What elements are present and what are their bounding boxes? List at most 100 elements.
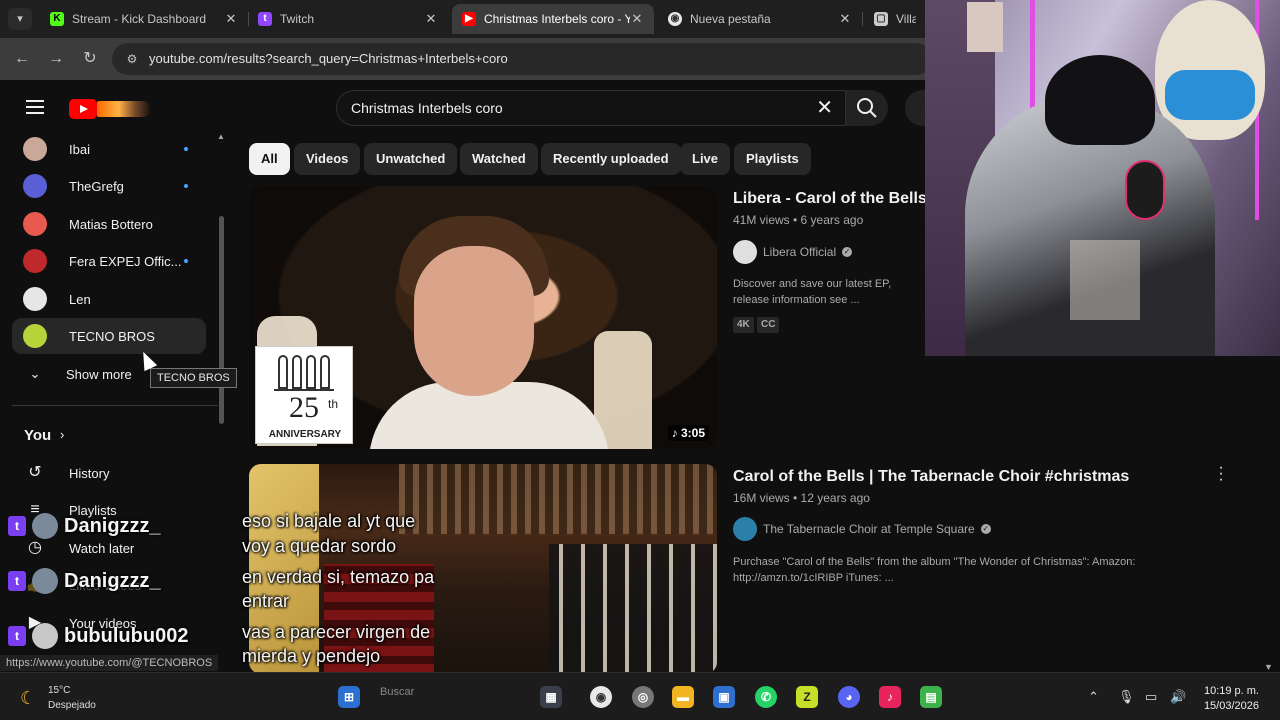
page-icon: ▢ (874, 12, 888, 26)
chip-unwatched[interactable]: Unwatched (364, 143, 458, 175)
video-title[interactable]: Libera - Carol of the Bells (733, 190, 927, 208)
chrome-icon[interactable]: ◉ (590, 686, 612, 708)
sidebar-item-watch-later[interactable]: ◷ Watch later (24, 536, 134, 560)
taskbar-search[interactable]: Buscar (380, 686, 414, 698)
twitch-icon: t (8, 516, 26, 536)
channel-name: Fera EXPEJ Offic... (69, 253, 181, 269)
search-button[interactable] (846, 90, 888, 126)
scroll-down-icon[interactable]: ▼ (1264, 662, 1273, 672)
youtube-play-logo-icon (69, 99, 97, 119)
you-section-title[interactable]: You (24, 427, 51, 444)
webcam-microphone (1125, 160, 1165, 220)
webcam-overlay (925, 0, 1280, 356)
tab-separator (862, 12, 863, 26)
chat-username-row: t bubulubu002 (8, 623, 188, 649)
youtube-masthead: Christmas Interbels coro ✕ (0, 80, 930, 136)
chat-message-line: eso si bajale al yt que (242, 511, 416, 531)
chip-all[interactable]: All (249, 143, 290, 175)
chip-live[interactable]: Live (680, 143, 731, 175)
close-tab-icon[interactable]: ✕ (424, 11, 438, 27)
tab-new-tab[interactable]: ◉ Nueva pestaña ✕ (658, 4, 862, 34)
avatar (23, 324, 47, 348)
browser-app-icon[interactable]: ◎ (632, 686, 654, 708)
tab-villan[interactable]: ▢ Villan (864, 4, 926, 34)
network-icon[interactable]: ▭ (1145, 689, 1157, 705)
verified-icon: ✓ (980, 524, 991, 534)
channel-name: Ibai (69, 141, 90, 157)
discord-icon[interactable]: ◕ (838, 686, 860, 708)
app-green-icon[interactable]: ▤ (920, 686, 942, 708)
tray-overflow-icon[interactable]: ⌃ (1088, 689, 1099, 705)
sidebar-item-history[interactable]: ↺ History (24, 461, 109, 485)
youtube-logo[interactable] (69, 99, 151, 119)
chat-message-line: mierda y pendejo (242, 646, 381, 666)
microphone-icon[interactable]: 🎙 (1118, 689, 1135, 705)
sidebar-scrollbar[interactable] (219, 216, 224, 424)
close-tab-icon[interactable]: ✕ (224, 11, 238, 27)
logo-doodle (97, 101, 151, 117)
chip-watched[interactable]: Watched (460, 143, 538, 175)
status-bar-url: https://www.youtube.com/@TECNOBROS (0, 655, 219, 671)
avatar (32, 568, 58, 594)
address-bar[interactable]: ⚙ youtube.com/results?search_query=Chris… (112, 43, 932, 75)
chevron-right-icon[interactable]: › (60, 427, 64, 442)
tooltip: TECNO BROS (150, 368, 237, 388)
more-actions-icon[interactable]: · · · (1216, 460, 1226, 488)
video-thumbnail[interactable]: 25 th ANNIVERSARY ♪ 3:05 (249, 186, 717, 449)
twitch-icon: t (8, 571, 26, 591)
widgets-icon[interactable]: ▦ (540, 686, 562, 708)
chrome-icon: ◉ (668, 12, 682, 26)
video-description: Discover and save our latest EP, release… (733, 278, 892, 306)
search-input[interactable]: Christmas Interbels coro ✕ (336, 90, 846, 126)
channel-name: TheGrefg (69, 178, 124, 194)
tab-kick-dashboard[interactable]: K Stream - Kick Dashboard ✕ (40, 4, 248, 34)
close-tab-icon[interactable]: ✕ (838, 11, 852, 27)
volume-icon[interactable]: 🔊 (1170, 689, 1186, 705)
tab-youtube-active[interactable]: ▶ Christmas Interbels coro - Y ✕ (452, 4, 654, 34)
sidebar-item-fera[interactable]: Fera EXPEJ Offic... (12, 243, 206, 279)
search-icon (857, 98, 877, 118)
menu-icon[interactable] (26, 100, 44, 114)
show-more-label: Show more (66, 366, 132, 382)
video-title[interactable]: Carol of the Bells | The Tabernacle Choi… (733, 468, 1129, 486)
chip-playlists[interactable]: Playlists (734, 143, 811, 175)
close-tab-icon[interactable]: ✕ (630, 11, 644, 27)
channel-link[interactable]: Libera Official ✓ (733, 240, 853, 264)
verified-icon: ✓ (842, 247, 853, 257)
sidebar-item-tecno-bros[interactable]: TECNO BROS (12, 318, 206, 354)
reload-icon[interactable]: ↻ (78, 47, 102, 71)
sidebar-item-ibai[interactable]: Ibai (12, 131, 206, 167)
clear-search-icon[interactable]: ✕ (816, 97, 833, 119)
weather-widget[interactable]: ☾ 15°C Despejado (20, 683, 96, 713)
whatsapp-icon[interactable]: ✆ (755, 686, 777, 708)
store-icon[interactable]: ▣ (713, 686, 735, 708)
chip-videos[interactable]: Videos (294, 143, 361, 175)
site-info-icon[interactable]: ⚙ (124, 51, 140, 67)
taskbar-clock[interactable]: 10:19 p. m. 15/03/2026 (1195, 684, 1259, 714)
tab-label: Villan (896, 12, 916, 26)
back-arrow-icon[interactable]: ← (10, 47, 34, 71)
sidebar-item-thegrefg[interactable]: TheGrefg (12, 168, 206, 204)
twitch-icon: t (8, 626, 26, 646)
app-z-icon[interactable]: Z (796, 686, 818, 708)
chat-username: Danigzzz_ (64, 514, 161, 537)
badge-4k: 4K (733, 317, 754, 333)
chip-recently-uploaded[interactable]: Recently uploaded (541, 143, 681, 175)
windows-start-icon[interactable]: ⊞ (338, 686, 360, 708)
tab-twitch[interactable]: t Twitch ✕ (248, 4, 448, 34)
file-explorer-icon[interactable]: ▬ (672, 686, 694, 708)
watch-later-icon: ◷ (28, 539, 42, 556)
avatar (32, 623, 58, 649)
forward-arrow-icon[interactable]: → (44, 47, 68, 71)
tiktok-icon[interactable]: ♪ (879, 686, 901, 708)
channel-link[interactable]: The Tabernacle Choir at Temple Square ✓ (733, 517, 991, 541)
thumbnail-choir-black (549, 544, 717, 674)
tab-label: Twitch (280, 12, 315, 26)
avatar (23, 137, 47, 161)
sidebar-item-len[interactable]: Len (12, 281, 206, 317)
tab-search-button[interactable]: ▾ (8, 8, 32, 30)
sidebar-item-matias-bottero[interactable]: Matias Bottero (12, 206, 206, 242)
scroll-up-icon[interactable]: ▲ (217, 132, 225, 141)
avatar (733, 517, 757, 541)
channel-name: Len (69, 291, 91, 307)
